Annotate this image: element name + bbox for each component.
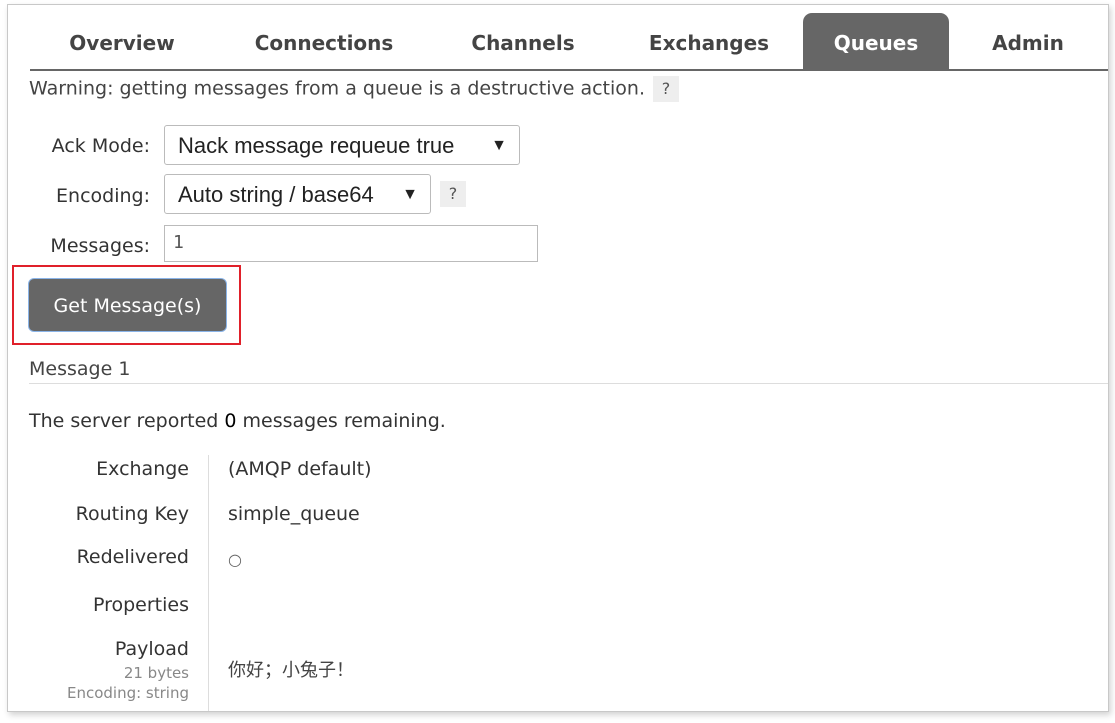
server-report-suffix: messages remaining. bbox=[236, 410, 446, 432]
payload-value: 你好；小兔子！ bbox=[228, 660, 354, 681]
exchange-label: Exchange bbox=[96, 458, 189, 480]
encoding-help-button[interactable]: ? bbox=[440, 181, 466, 207]
ack-mode-value: Nack message requeue true bbox=[178, 133, 455, 158]
encoding-value: Auto string / base64 bbox=[178, 182, 374, 207]
warning-help-button[interactable]: ? bbox=[652, 76, 679, 102]
encoding-select[interactable]: Auto string / base64 ▼ bbox=[164, 174, 431, 214]
server-report-prefix: The server reported bbox=[29, 410, 225, 432]
chevron-down-icon: ▼ bbox=[491, 137, 507, 154]
warning-text: Warning: getting messages from a queue i… bbox=[29, 77, 645, 100]
payload-encoding: Encoding: string bbox=[66, 684, 189, 702]
redelivered-value: ○ bbox=[228, 550, 242, 569]
payload-label: Payload bbox=[114, 638, 189, 660]
section-divider bbox=[29, 383, 1108, 384]
routing-key-value: simple_queue bbox=[228, 503, 360, 525]
messages-label: Messages: bbox=[50, 235, 150, 257]
tab-queues[interactable]: Queues bbox=[803, 13, 949, 69]
tab-exchanges[interactable]: Exchanges bbox=[614, 13, 804, 69]
properties-label: Properties bbox=[92, 594, 189, 616]
messages-input[interactable]: 1 bbox=[164, 225, 538, 262]
tab-connections[interactable]: Connections bbox=[224, 13, 424, 69]
payload-size: 21 bytes bbox=[123, 664, 189, 682]
message-title: Message 1 bbox=[29, 358, 131, 380]
tab-underline bbox=[30, 69, 1108, 71]
chevron-down-icon: ▼ bbox=[402, 186, 418, 203]
redelivered-label: Redelivered bbox=[76, 546, 189, 568]
get-messages-button[interactable]: Get Message(s) bbox=[28, 278, 227, 332]
ack-mode-select[interactable]: Nack message requeue true ▼ bbox=[164, 125, 520, 165]
app-frame: Overview Connections Channels Exchanges … bbox=[7, 4, 1109, 712]
exchange-value: (AMQP default) bbox=[228, 458, 372, 480]
ack-mode-label: Ack Mode: bbox=[51, 135, 150, 157]
server-report: The server reported 0 messages remaining… bbox=[29, 410, 446, 432]
encoding-label: Encoding: bbox=[56, 185, 150, 207]
tab-overview[interactable]: Overview bbox=[42, 13, 202, 69]
routing-key-label: Routing Key bbox=[75, 503, 189, 525]
properties-divider bbox=[208, 455, 209, 711]
warning-message: Warning: getting messages from a queue i… bbox=[29, 76, 679, 102]
tab-channels[interactable]: Channels bbox=[438, 13, 608, 69]
tab-admin[interactable]: Admin bbox=[963, 13, 1093, 69]
remaining-count: 0 bbox=[224, 410, 237, 432]
nav-tabs: Overview Connections Channels Exchanges … bbox=[8, 13, 1108, 71]
